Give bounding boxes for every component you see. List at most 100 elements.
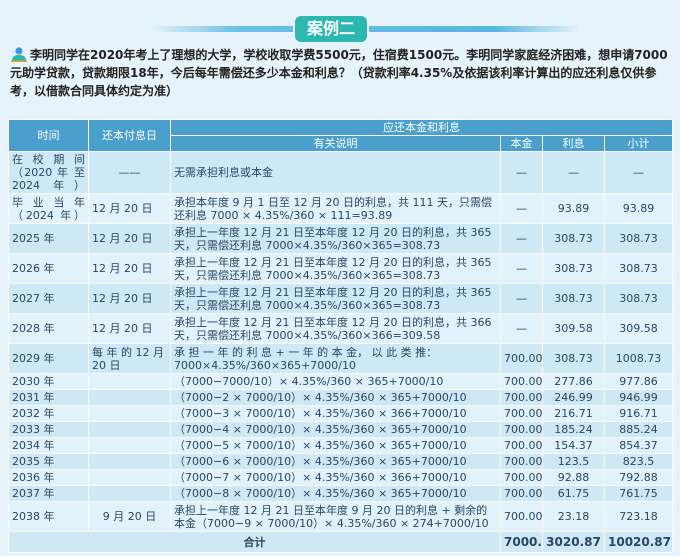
- cell-principal: —: [500, 223, 543, 254]
- cell-pay-date: 每 年 的 12 月 20 日: [88, 343, 171, 374]
- cell-interest: 216.71: [542, 405, 605, 422]
- cell-pay-date: [88, 421, 171, 438]
- total-principal: 7000.00: [500, 531, 543, 553]
- cell-desc: 承担上一年度 12 月 21 日至本年度 12 月 20 日的利息，共 365 …: [170, 223, 501, 254]
- cell-pay-date: [88, 405, 171, 422]
- cell-desc: （7000−8 × 7000/10）× 4.35%/360 × 365+7000…: [170, 485, 501, 502]
- cell-principal: 700.00: [500, 485, 543, 502]
- cell-pay-date: 9 月 20 日: [88, 501, 171, 532]
- cell-interest: 277.86: [542, 373, 605, 390]
- header-interest: 利息: [542, 135, 605, 152]
- cell-interest: 93.89: [542, 193, 605, 224]
- cell-pay-date: [88, 373, 171, 390]
- cell-principal: 700.00: [500, 389, 543, 406]
- cell-principal: 700.00: [500, 501, 543, 532]
- cell-interest: 92.88: [542, 469, 605, 486]
- cell-desc: 承担上一年度 12 月 21 日至本年度 12 月 20 日的利息，共 366 …: [170, 313, 501, 344]
- cell-interest: 154.37: [542, 437, 605, 454]
- total-interest: 3020.87: [542, 531, 605, 553]
- cell-interest: 185.24: [542, 421, 605, 438]
- cell-desc: （7000−5 × 7000/10）× 4.35%/360 × 365+7000…: [170, 437, 501, 454]
- cell-interest: 23.18: [542, 501, 605, 532]
- cell-pay-date: 12 月 20 日: [88, 283, 171, 314]
- cell-subtotal: 885.24: [604, 421, 673, 438]
- cell-time: 毕 业 当 年（2024 年）: [8, 193, 89, 224]
- cell-interest: 309.58: [542, 313, 605, 344]
- cell-pay-date: 12 月 20 日: [88, 313, 171, 344]
- repayment-table: 时间 还本付息日 应还本金和利息 有关说明 本金 利息 小计 在 校 期 间（2…: [8, 119, 673, 553]
- header-desc: 有关说明: [170, 135, 501, 152]
- cell-time: 2031 年: [8, 389, 89, 406]
- cell-interest: 308.73: [542, 283, 605, 314]
- cell-subtotal: 308.73: [604, 253, 673, 284]
- cell-subtotal: 792.88: [604, 469, 673, 486]
- cell-time: 2033 年: [8, 421, 89, 438]
- cell-principal: 700.00: [500, 437, 543, 454]
- header-time: 时间: [8, 119, 89, 152]
- case-banner: 案例二: [0, 12, 680, 48]
- cell-desc: 承担本年度 9 月 1 日至 12 月 20 日的利息，共 111 天，只需偿还…: [170, 193, 501, 224]
- cell-pay-date: [88, 437, 171, 454]
- cell-subtotal: —: [604, 151, 673, 194]
- cell-subtotal: 723.18: [604, 501, 673, 532]
- cell-time: 2025 年: [8, 223, 89, 254]
- cell-principal: —: [500, 253, 543, 284]
- cell-desc: 承担上一年度 12 月 21 日至本年度 12 月 20 日的利息，共 365 …: [170, 253, 501, 284]
- cell-time: 2034 年: [8, 437, 89, 454]
- cell-time: 2029 年: [8, 343, 89, 374]
- case-description: 李明同学在2020年考上了理想的大学，学校收取学费5500元，住宿费1500元。…: [10, 46, 674, 100]
- cell-subtotal: 854.37: [604, 437, 673, 454]
- header-principal: 本金: [500, 135, 543, 152]
- total-label: 合计: [8, 531, 501, 553]
- header-group: 应还本金和利息: [170, 119, 673, 136]
- cell-desc: （7000−6 × 7000/10）× 4.35%/360 × 365+7000…: [170, 453, 501, 470]
- cell-pay-date: [88, 453, 171, 470]
- cell-principal: 700.00: [500, 405, 543, 422]
- cell-principal: —: [500, 193, 543, 224]
- cell-subtotal: 946.99: [604, 389, 673, 406]
- cell-desc: 承担上一年度 12 月 21 日至本年度 9 月 20 日的利息 + 剩余的本金…: [170, 501, 501, 532]
- cell-time: 2028 年: [8, 313, 89, 344]
- cell-interest: —: [542, 151, 605, 194]
- cell-pay-date: 12 月 20 日: [88, 253, 171, 284]
- cell-interest: 61.75: [542, 485, 605, 502]
- cell-interest: 308.73: [542, 223, 605, 254]
- cell-subtotal: 308.73: [604, 283, 673, 314]
- total-subtotal: 10020.87: [604, 531, 673, 553]
- cell-time: 2038 年: [8, 501, 89, 532]
- cell-pay-date: ——: [88, 151, 171, 194]
- cell-interest: 308.73: [542, 253, 605, 284]
- cell-pay-date: [88, 389, 171, 406]
- cell-subtotal: 977.86: [604, 373, 673, 390]
- case-text: 李明同学在2020年考上了理想的大学，学校收取学费5500元，住宿费1500元。…: [10, 48, 668, 98]
- header-subtotal: 小计: [604, 135, 673, 152]
- cell-subtotal: 1008.73: [604, 343, 673, 374]
- cell-principal: 700.00: [500, 373, 543, 390]
- cell-subtotal: 823.5: [604, 453, 673, 470]
- cell-interest: 246.99: [542, 389, 605, 406]
- cell-principal: —: [500, 313, 543, 344]
- cell-desc: 承担上一年度 12 月 21 日至本年度 12 月 20 日的利息，共 365 …: [170, 283, 501, 314]
- cell-principal: 700.00: [500, 421, 543, 438]
- cell-pay-date: 12 月 20 日: [88, 223, 171, 254]
- cell-principal: —: [500, 151, 543, 194]
- cell-principal: 700.00: [500, 469, 543, 486]
- cell-desc: 无需承担利息或本金: [170, 151, 501, 194]
- cell-time: 2036 年: [8, 469, 89, 486]
- cell-desc: （7000−7 × 7000/10）× 4.35%/360 × 366+7000…: [170, 469, 501, 486]
- cell-desc: 承 担 一 年 的 利 息 + 一 年 的 本 金， 以 此 类 推：7000×…: [170, 343, 501, 374]
- cell-time: 在 校 期 间（2020 年 至 2024 年）: [8, 151, 89, 194]
- cell-time: 2026 年: [8, 253, 89, 284]
- cell-desc: （7000−4 × 7000/10）× 4.35%/360 × 365+7000…: [170, 421, 501, 438]
- cell-subtotal: 761.75: [604, 485, 673, 502]
- cell-subtotal: 916.71: [604, 405, 673, 422]
- cell-principal: 700.00: [500, 453, 543, 470]
- cell-interest: 308.73: [542, 343, 605, 374]
- cell-principal: —: [500, 283, 543, 314]
- cell-time: 2030 年: [8, 373, 89, 390]
- cell-pay-date: [88, 485, 171, 502]
- header-pay-date: 还本付息日: [88, 119, 171, 152]
- cell-subtotal: 309.58: [604, 313, 673, 344]
- cell-subtotal: 93.89: [604, 193, 673, 224]
- cell-pay-date: [88, 469, 171, 486]
